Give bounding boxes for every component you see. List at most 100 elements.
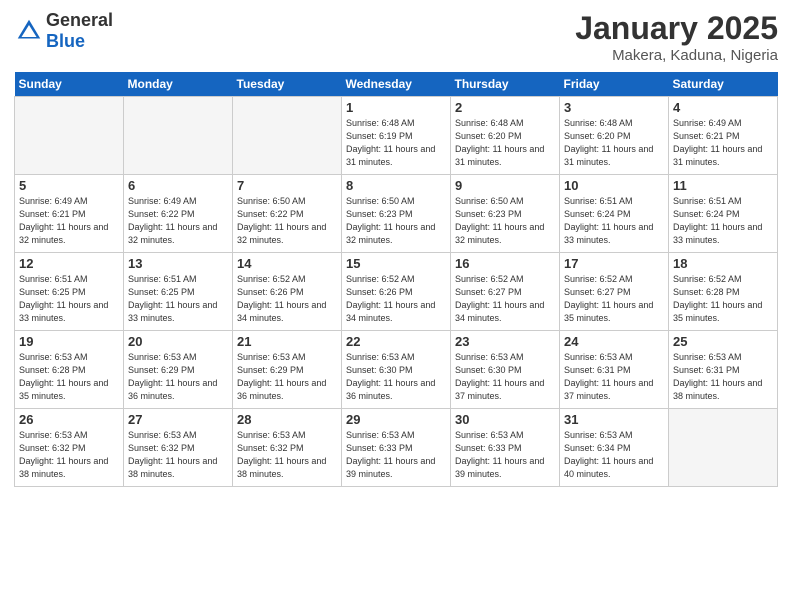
day-info: Sunrise: 6:51 AMSunset: 6:25 PMDaylight:… (128, 274, 217, 323)
day-info: Sunrise: 6:53 AMSunset: 6:29 PMDaylight:… (128, 352, 217, 401)
calendar-cell: 17 Sunrise: 6:52 AMSunset: 6:27 PMDayligh… (560, 253, 669, 331)
day-number: 25 (673, 334, 773, 349)
day-number: 15 (346, 256, 446, 271)
day-number: 26 (19, 412, 119, 427)
day-info: Sunrise: 6:50 AMSunset: 6:22 PMDaylight:… (237, 196, 326, 245)
day-info: Sunrise: 6:53 AMSunset: 6:28 PMDaylight:… (19, 352, 108, 401)
day-info: Sunrise: 6:49 AMSunset: 6:22 PMDaylight:… (128, 196, 217, 245)
calendar-cell: 16Sunrise: 6:52 AMSunset: 6:27 PMDayligh… (451, 253, 560, 331)
day-info: Sunrise: 6:51 AMSunset: 6:24 PMDaylight:… (673, 196, 762, 245)
col-saturday: Saturday (669, 72, 778, 97)
title-block: January 2025 Makera, Kaduna, Nigeria (575, 10, 778, 64)
calendar-cell: 15 Sunrise: 6:52 AMSunset: 6:26 PMDayligh… (342, 253, 451, 331)
day-info: Sunrise: 6:53 AMSunset: 6:34 PMDaylight:… (564, 430, 653, 479)
calendar-cell (669, 409, 778, 487)
calendar-cell: 6 Sunrise: 6:49 AMSunset: 6:22 PMDaylight… (124, 175, 233, 253)
day-info: Sunrise: 6:52 AMSunset: 6:26 PMDaylight:… (346, 274, 435, 323)
day-number: 17 (564, 256, 664, 271)
day-number: 8 (346, 178, 446, 193)
day-number: 6 (128, 178, 228, 193)
calendar-cell: 13 Sunrise: 6:51 AMSunset: 6:25 PMDayligh… (124, 253, 233, 331)
calendar-cell: 7 Sunrise: 6:50 AMSunset: 6:22 PMDaylight… (233, 175, 342, 253)
calendar-week-3: 12 Sunrise: 6:51 AMSunset: 6:25 PMDayligh… (15, 253, 778, 331)
day-number: 3 (564, 100, 664, 115)
calendar-cell: 12 Sunrise: 6:51 AMSunset: 6:25 PMDayligh… (15, 253, 124, 331)
day-number: 12 (19, 256, 119, 271)
day-number: 19 (19, 334, 119, 349)
calendar-cell: 3 Sunrise: 6:48 AMSunset: 6:20 PMDaylight… (560, 97, 669, 175)
day-info: Sunrise: 6:49 AMSunset: 6:21 PMDaylight:… (673, 118, 762, 167)
day-info: Sunrise: 6:53 AMSunset: 6:31 PMDaylight:… (564, 352, 653, 401)
calendar-cell: 30 Sunrise: 6:53 AMSunset: 6:33 PMDayligh… (451, 409, 560, 487)
calendar-cell: 23Sunrise: 6:53 AMSunset: 6:30 PMDayligh… (451, 331, 560, 409)
day-number: 11 (673, 178, 773, 193)
calendar-cell: 27 Sunrise: 6:53 AMSunset: 6:32 PMDayligh… (124, 409, 233, 487)
day-number: 29 (346, 412, 446, 427)
header: General Blue January 2025 Makera, Kaduna… (14, 10, 778, 64)
logo-icon (14, 16, 44, 46)
calendar-table: Sunday Monday Tuesday Wednesday Thursday… (14, 72, 778, 487)
day-info: Sunrise: 6:51 AMSunset: 6:24 PMDaylight:… (564, 196, 653, 245)
page-container: General Blue January 2025 Makera, Kaduna… (0, 0, 792, 497)
day-info: Sunrise: 6:53 AMSunset: 6:32 PMDaylight:… (237, 430, 326, 479)
calendar-cell: 25 Sunrise: 6:53 AMSunset: 6:31 PMDayligh… (669, 331, 778, 409)
day-info: Sunrise: 6:53 AMSunset: 6:29 PMDaylight:… (237, 352, 326, 401)
calendar-week-1: 1Sunrise: 6:48 AMSunset: 6:19 PMDaylight… (15, 97, 778, 175)
day-info: Sunrise: 6:53 AMSunset: 6:30 PMDaylight:… (455, 352, 544, 401)
day-number: 13 (128, 256, 228, 271)
day-number: 28 (237, 412, 337, 427)
day-info: Sunrise: 6:53 AMSunset: 6:31 PMDaylight:… (673, 352, 762, 401)
day-info: Sunrise: 6:52 AMSunset: 6:27 PMDaylight:… (455, 274, 544, 323)
day-number: 27 (128, 412, 228, 427)
calendar-cell: 26 Sunrise: 6:53 AMSunset: 6:32 PMDayligh… (15, 409, 124, 487)
calendar-cell: 21Sunrise: 6:53 AMSunset: 6:29 PMDayligh… (233, 331, 342, 409)
day-info: Sunrise: 6:52 AMSunset: 6:27 PMDaylight:… (564, 274, 653, 323)
day-info: Sunrise: 6:53 AMSunset: 6:30 PMDaylight:… (346, 352, 435, 401)
day-info: Sunrise: 6:48 AMSunset: 6:19 PMDaylight:… (346, 118, 435, 167)
day-number: 2 (455, 100, 555, 115)
logo-text: General Blue (46, 10, 113, 52)
day-info: Sunrise: 6:52 AMSunset: 6:26 PMDaylight:… (237, 274, 326, 323)
calendar-cell: 31 Sunrise: 6:53 AMSunset: 6:34 PMDayligh… (560, 409, 669, 487)
day-number: 18 (673, 256, 773, 271)
calendar-cell: 14 Sunrise: 6:52 AMSunset: 6:26 PMDayligh… (233, 253, 342, 331)
day-info: Sunrise: 6:52 AMSunset: 6:28 PMDaylight:… (673, 274, 762, 323)
calendar-cell: 19 Sunrise: 6:53 AMSunset: 6:28 PMDayligh… (15, 331, 124, 409)
day-number: 5 (19, 178, 119, 193)
day-number: 4 (673, 100, 773, 115)
day-info: Sunrise: 6:48 AMSunset: 6:20 PMDaylight:… (564, 118, 653, 167)
logo-blue: Blue (46, 31, 85, 51)
calendar-cell: 29Sunrise: 6:53 AMSunset: 6:33 PMDayligh… (342, 409, 451, 487)
col-thursday: Thursday (451, 72, 560, 97)
calendar-cell: 5 Sunrise: 6:49 AMSunset: 6:21 PMDaylight… (15, 175, 124, 253)
day-info: Sunrise: 6:50 AMSunset: 6:23 PMDaylight:… (346, 196, 435, 245)
day-number: 22 (346, 334, 446, 349)
day-number: 7 (237, 178, 337, 193)
calendar-cell: 22 Sunrise: 6:53 AMSunset: 6:30 PMDayligh… (342, 331, 451, 409)
day-number: 30 (455, 412, 555, 427)
calendar-header: Sunday Monday Tuesday Wednesday Thursday… (15, 72, 778, 97)
day-info: Sunrise: 6:53 AMSunset: 6:32 PMDaylight:… (128, 430, 217, 479)
logo-general: General (46, 10, 113, 30)
calendar-cell: 4 Sunrise: 6:49 AMSunset: 6:21 PMDaylight… (669, 97, 778, 175)
day-number: 31 (564, 412, 664, 427)
day-number: 10 (564, 178, 664, 193)
day-number: 9 (455, 178, 555, 193)
calendar-cell (15, 97, 124, 175)
calendar-week-2: 5 Sunrise: 6:49 AMSunset: 6:21 PMDaylight… (15, 175, 778, 253)
day-info: Sunrise: 6:53 AMSunset: 6:33 PMDaylight:… (455, 430, 544, 479)
day-info: Sunrise: 6:53 AMSunset: 6:32 PMDaylight:… (19, 430, 108, 479)
day-info: Sunrise: 6:51 AMSunset: 6:25 PMDaylight:… (19, 274, 108, 323)
day-number: 24 (564, 334, 664, 349)
calendar-cell: 24 Sunrise: 6:53 AMSunset: 6:31 PMDayligh… (560, 331, 669, 409)
calendar-cell: 10 Sunrise: 6:51 AMSunset: 6:24 PMDayligh… (560, 175, 669, 253)
calendar-cell: 2Sunrise: 6:48 AMSunset: 6:20 PMDaylight… (451, 97, 560, 175)
calendar-cell: 20Sunrise: 6:53 AMSunset: 6:29 PMDayligh… (124, 331, 233, 409)
calendar-cell: 9 Sunrise: 6:50 AMSunset: 6:23 PMDaylight… (451, 175, 560, 253)
calendar-week-5: 26 Sunrise: 6:53 AMSunset: 6:32 PMDayligh… (15, 409, 778, 487)
day-info: Sunrise: 6:50 AMSunset: 6:23 PMDaylight:… (455, 196, 544, 245)
col-sunday: Sunday (15, 72, 124, 97)
day-number: 14 (237, 256, 337, 271)
day-info: Sunrise: 6:49 AMSunset: 6:21 PMDaylight:… (19, 196, 108, 245)
calendar-cell (233, 97, 342, 175)
